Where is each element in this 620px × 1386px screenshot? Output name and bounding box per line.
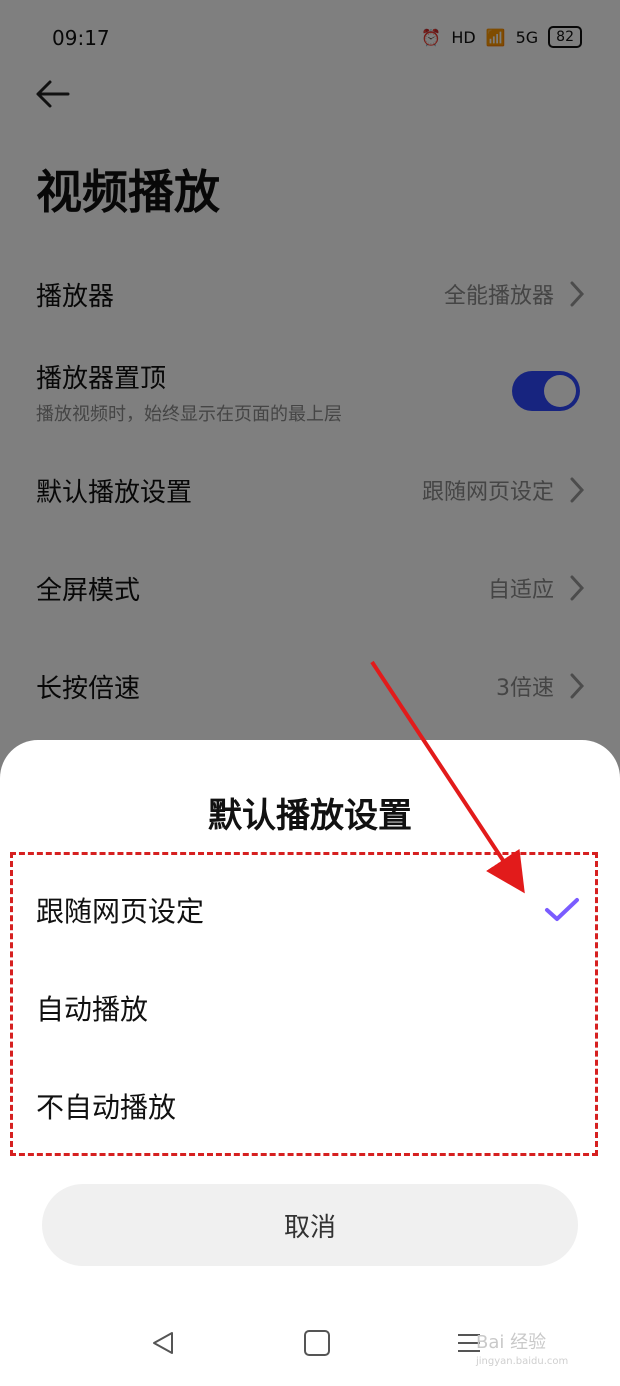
sheet-title: 默认播放设置 [208,796,412,836]
baidu-watermark: Bai 经验 jingyan.baidu.com [476,1328,568,1367]
annotation-highlight-box [10,852,598,1156]
nav-home-icon[interactable] [304,1330,330,1356]
watermark-url: jingyan.baidu.com [476,1356,569,1367]
nav-back-icon[interactable] [150,1330,176,1356]
default-play-sheet: 默认播放设置 跟随网页设定 自动播放 不自动播放 取消 [0,740,620,1386]
watermark-brand: Bai 经验 [476,1332,547,1353]
cancel-button[interactable]: 取消 [42,1184,578,1266]
